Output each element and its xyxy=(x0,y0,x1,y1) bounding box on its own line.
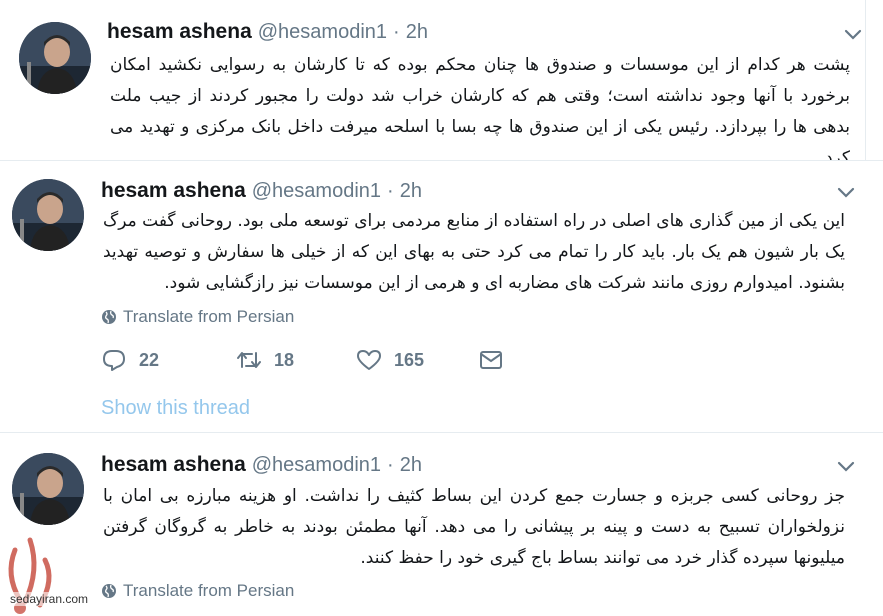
avatar[interactable] xyxy=(19,22,91,94)
show-thread-link[interactable]: Show this thread xyxy=(101,397,250,420)
retweet-icon xyxy=(237,352,261,368)
like-button[interactable]: 165 xyxy=(356,349,478,371)
author-handle[interactable]: @hesamodin1 xyxy=(258,21,387,44)
chevron-down-icon[interactable] xyxy=(843,28,863,42)
reply-count: 22 xyxy=(139,349,160,370)
separator-dot: · xyxy=(387,180,394,202)
tweet-actions: 22 18 165 xyxy=(101,349,504,371)
chevron-down-icon[interactable] xyxy=(836,186,856,200)
translate-label: Translate from Persian xyxy=(123,307,295,326)
timestamp[interactable]: 2h xyxy=(400,180,422,203)
reply-button[interactable]: 22 xyxy=(101,349,236,371)
timestamp[interactable]: 2h xyxy=(400,454,422,477)
tweet-text: این یکی از مین گذاری های اصلی در راه است… xyxy=(103,211,845,293)
author-name[interactable]: hesam ashena xyxy=(101,179,246,203)
timestamp[interactable]: 2h xyxy=(406,21,428,44)
globe-icon xyxy=(102,310,116,324)
direct-message-button[interactable] xyxy=(478,349,504,371)
tweet-header: hesam ashena @hesamodin1 · 2h xyxy=(107,20,428,48)
tweet-header: hesam ashena @hesamodin1 · 2h xyxy=(101,179,422,207)
avatar[interactable] xyxy=(12,179,84,251)
author-name[interactable]: hesam ashena xyxy=(107,20,252,44)
chevron-down-icon[interactable] xyxy=(836,460,856,474)
translate-link[interactable]: Translate from Persian xyxy=(101,307,294,327)
retweet-button[interactable]: 18 xyxy=(236,349,356,371)
avatar[interactable] xyxy=(12,453,84,525)
reply-icon xyxy=(103,350,125,371)
like-count: 165 xyxy=(394,349,425,370)
retweet-count: 18 xyxy=(274,349,295,370)
author-name[interactable]: hesam ashena xyxy=(101,453,246,477)
separator-dot: · xyxy=(387,454,394,476)
message-icon xyxy=(480,351,502,369)
tweet-2[interactable]: hesam ashena @hesamodin1 · 2h این یکی از… xyxy=(0,160,883,432)
author-handle[interactable]: @hesamodin1 xyxy=(252,454,381,477)
tweet-1[interactable]: hesam ashena @hesamodin1 · 2h پشت هر کدا… xyxy=(0,0,866,168)
tweet-header: hesam ashena @hesamodin1 · 2h xyxy=(101,453,422,481)
watermark-text: sedayiran.com xyxy=(10,592,89,606)
like-icon xyxy=(357,350,381,370)
tweet-text: جز روحانی کسی جربزه و جسارت جمع کردن این… xyxy=(103,486,845,568)
author-handle[interactable]: @hesamodin1 xyxy=(252,180,381,203)
tweet-text: پشت هر کدام از این موسسات و صندوق ها چنا… xyxy=(110,55,850,168)
separator-dot: · xyxy=(393,21,400,43)
